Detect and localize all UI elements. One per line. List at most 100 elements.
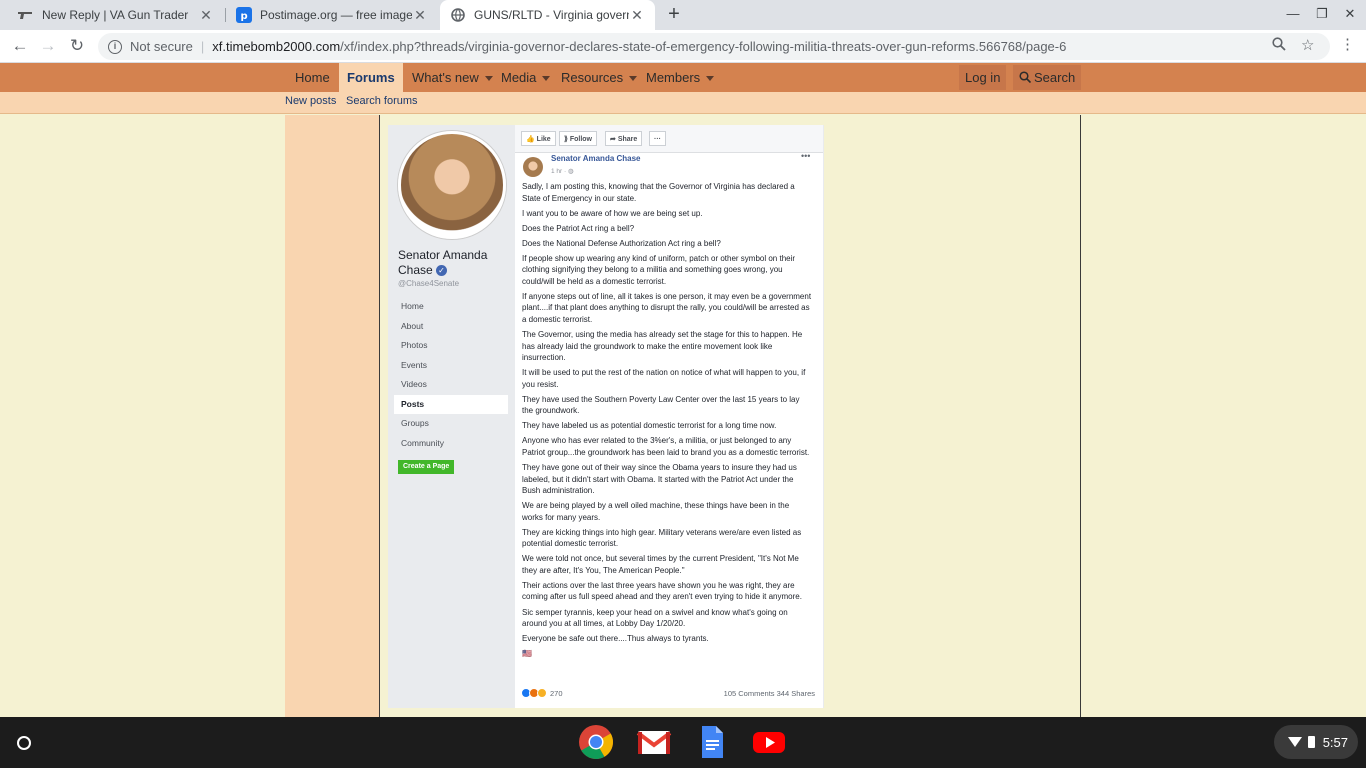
nav-home[interactable]: Home [287,63,338,92]
browser-tab-strip: New Reply | VA Gun Trader ✕ p Postimage.… [0,0,1366,30]
fb-follow-button: ⟫ Follow [559,131,598,146]
login-button[interactable]: Log in [959,65,1007,90]
fb-menu-item: Videos [401,379,427,389]
fb-menu-item: Events [401,359,427,370]
close-tab-icon[interactable]: ✕ [412,7,428,24]
fb-post-card: 👍 Like ⟫ Follow ➦ Share ··· Senator Aman… [515,125,823,708]
post-body: Sadly, I am posting this, knowing that t… [522,181,812,663]
address-separator: | [200,39,205,54]
post-time: 1 hr · ◍ [551,167,574,175]
nav-resources[interactable]: Resources [553,63,645,92]
post-paragraph: Sic semper tyrannis, keep your head on a… [522,607,788,629]
verified-badge-icon: ✓ [436,265,448,277]
gun-favicon-icon [18,7,34,23]
search-button[interactable]: Search [1013,65,1082,90]
browser-toolbar: ← → ↻ i Not secure | xf.timebomb2000.com… [0,30,1366,63]
forum-sub-nav: New posts Search forums [0,92,1366,114]
post-paragraph: The Governor, using the media has alread… [522,330,803,363]
globe-favicon-icon [450,7,466,23]
fb-side-menu: Home About Photos Events Videos Posts Gr… [394,297,508,453]
forum-nav-bar: Home Forums What's new Media Resources M… [0,63,1366,92]
nav-media[interactable]: Media [493,63,558,92]
tab-timebomb-thread[interactable]: GUNS/RLTD - Virginia governor d ✕ [440,0,655,30]
post-paragraph: We are being played by a well oiled mach… [522,501,790,522]
gmail-icon[interactable] [636,724,672,760]
subnav-new-posts[interactable]: New posts [285,95,336,107]
globe-icon: ◍ [567,168,574,175]
tab-title: Postimage.org — free image hos [260,8,412,22]
post-author-avatar [523,157,543,177]
tab-va-gun-trader[interactable]: New Reply | VA Gun Trader ✕ [8,0,224,30]
post-time-text: 1 hr · [551,168,568,175]
fb-menu-item: About [401,320,424,331]
zoom-magnifier-icon[interactable] [1272,37,1286,55]
sad-reaction-icon [537,688,547,698]
docs-icon[interactable] [694,724,730,760]
bookmark-star-icon[interactable]: ☆ [1301,36,1314,54]
nav-label: Resources [561,70,624,85]
action-label: Follow [569,136,593,143]
restore-window-icon[interactable]: ❐ [1312,6,1332,22]
close-window-icon[interactable]: ✕ [1340,6,1360,22]
reload-icon[interactable]: ↻ [66,35,88,57]
fb-handle: @Chase4Senate [398,279,460,288]
close-tab-icon[interactable]: ✕ [198,7,214,24]
post-paragraph: They have labeled us as potential domest… [522,421,777,431]
info-icon[interactable]: i [108,39,122,54]
new-tab-button[interactable]: + [664,4,684,24]
battery-icon [1307,736,1315,748]
browser-menu-icon[interactable]: ⋮ [1340,35,1355,53]
reaction-count: 270 [550,688,563,698]
fb-action-bar: 👍 Like ⟫ Follow ➦ Share ··· [515,125,823,153]
search-icon [1019,70,1034,85]
chevron-down-icon [706,76,715,82]
post-paragraph: They have used the Southern Poverty Law … [522,394,800,416]
post-paragraph: If people show up wearing any kind of un… [522,253,796,286]
post-paragraph: Does the Patriot Act ring a bell? [522,223,635,233]
post-options-icon: ••• [801,151,811,161]
post-paragraph: Their actions over the last three years … [522,580,802,602]
fb-page-sidebar: Senator Amanda Chase ✓ @Chase4Senate Hom… [388,125,514,708]
address-bar[interactable]: i Not secure | xf.timebomb2000.com /xf/i… [98,33,1330,60]
wifi-icon [1287,737,1302,747]
back-arrow-icon[interactable]: ← [9,35,31,57]
postimage-favicon-icon: p [236,7,252,23]
post-paragraph: We were told not once, but several times… [522,554,799,575]
close-tab-icon[interactable]: ✕ [629,7,645,24]
launcher-button[interactable] [11,730,37,756]
fb-like-button: 👍 Like [521,131,556,146]
chrome-icon[interactable] [578,724,614,760]
left-gutter [285,115,379,717]
nav-forums[interactable]: Forums [339,63,403,92]
post-paragraph: I want you to be aware of how we are bei… [522,208,703,218]
comment-count: 105 Comments [723,689,775,698]
post-paragraph: They are kicking things into high gear. … [522,527,802,549]
post-paragraph: Everyone be safe out there....Thus alway… [522,634,709,644]
url-host: xf.timebomb2000.com [212,39,341,54]
status-tray[interactable]: 5:57 [1274,725,1358,759]
embedded-facebook-image: Senator Amanda Chase ✓ @Chase4Senate Hom… [388,125,824,708]
fb-menu-item: Home [401,301,424,311]
os-shelf: 5:57 [0,717,1366,768]
post-paragraph: Anyone who has ever related to the 3%er'… [522,436,810,457]
subnav-search-forums[interactable]: Search forums [346,95,418,107]
nav-whats-new[interactable]: What's new [404,63,501,92]
fb-menu-item: Groups [401,418,429,428]
nav-label: Home [295,70,330,85]
fb-menu-item: Photos [401,340,428,350]
minimize-window-icon[interactable]: — [1283,6,1303,21]
fb-share-button: ➦ Share [605,131,643,146]
youtube-icon[interactable] [751,724,787,760]
forward-arrow-icon[interactable]: → [37,35,59,57]
create-page-button: Create a Page [398,460,455,474]
svg-text:p: p [241,11,248,22]
fb-menu-item-selected: Posts [394,394,508,414]
tab-title: GUNS/RLTD - Virginia governor d [474,8,629,22]
nav-members[interactable]: Members [638,63,722,92]
tab-postimage[interactable]: p Postimage.org — free image hos ✕ [226,0,438,30]
clock: 5:57 [1322,734,1348,750]
url-path: /xf/index.php?threads/virginia-governor-… [340,39,1067,54]
post-paragraph: They have gone out of their way since th… [522,463,797,496]
nav-label: What's new [412,70,479,85]
chevron-down-icon [484,76,493,82]
